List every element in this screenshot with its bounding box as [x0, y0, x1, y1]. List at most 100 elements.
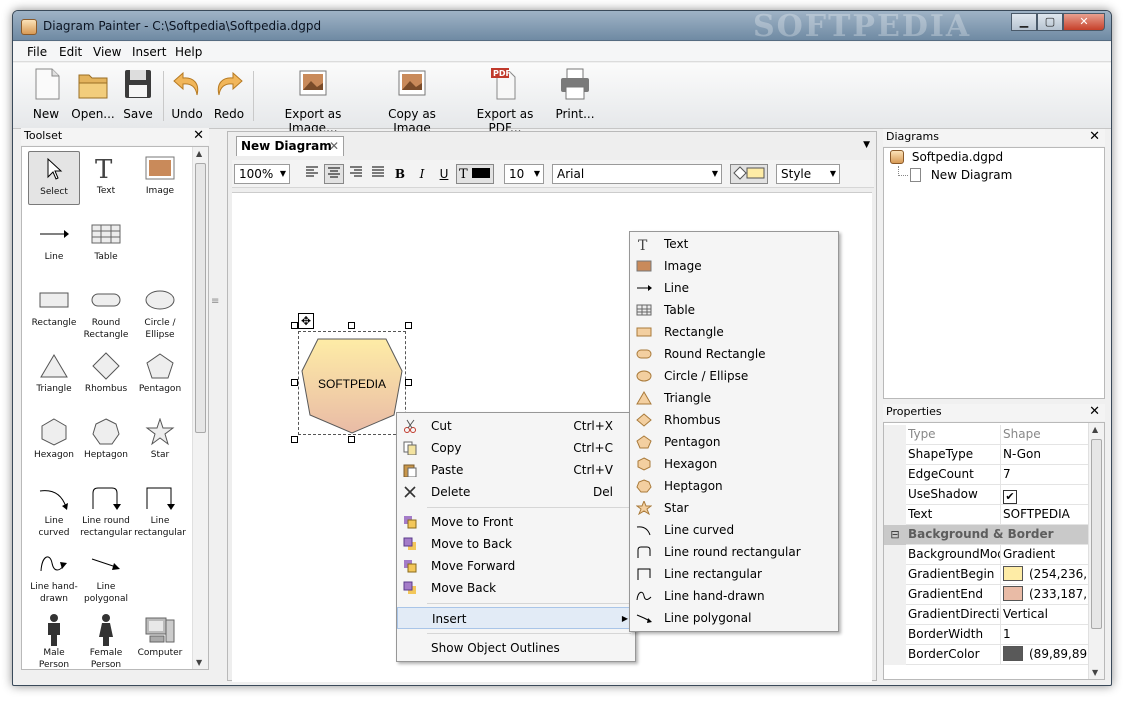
- insert-text[interactable]: T Text: [630, 233, 838, 255]
- insert-line[interactable]: Line: [630, 277, 838, 299]
- property-row[interactable]: GradientDirectionVertical: [884, 605, 1088, 625]
- property-row[interactable]: Text SOFTPEDIA: [884, 505, 1088, 525]
- zoom-select[interactable]: 100% ▼: [234, 164, 290, 184]
- tool-line-hand-drawn[interactable]: Line hand-drawn: [28, 547, 80, 605]
- new-button[interactable]: New: [31, 67, 61, 121]
- tool-line-curved[interactable]: Line curved: [28, 481, 80, 539]
- insert-heptagon[interactable]: Heptagon: [630, 475, 838, 497]
- insert-line-curved[interactable]: Line curved: [630, 519, 838, 541]
- tree-file-node[interactable]: Softpedia.dgpd: [890, 150, 1003, 164]
- menu-item-delete[interactable]: Delete Del: [397, 481, 635, 503]
- italic-button[interactable]: I: [412, 164, 432, 184]
- tool-triangle[interactable]: Triangle: [28, 349, 80, 395]
- close-button[interactable]: ✕: [1063, 13, 1105, 31]
- tool-image[interactable]: Image: [134, 151, 186, 197]
- property-row[interactable]: GradientBegin(254,236,166): [884, 565, 1088, 585]
- toolset-scrollbar[interactable]: ▲ ▼: [192, 147, 208, 669]
- tool-male-person[interactable]: Male Person: [28, 613, 80, 671]
- redo-button[interactable]: Redo: [213, 67, 245, 121]
- menu-item-move-to-back[interactable]: Move to Back: [397, 533, 635, 555]
- move-handle-icon[interactable]: ✥: [298, 313, 314, 329]
- copy-image-button[interactable]: Copy as Image: [371, 67, 453, 135]
- tool-female-person[interactable]: Female Person: [80, 613, 132, 671]
- insert-line-round-rectangular[interactable]: Line round rectangular: [630, 541, 838, 563]
- property-row[interactable]: BorderColor (89,89,89): [884, 645, 1088, 665]
- open-button[interactable]: Open...: [71, 67, 115, 121]
- property-category-row[interactable]: ⊟ Background & Border: [884, 525, 1088, 545]
- toolset-scroll-thumb[interactable]: [195, 163, 206, 433]
- insert-line-rectangular[interactable]: Line rectangular: [630, 563, 838, 585]
- tool-line-round-rectangular[interactable]: Line round rectangular: [80, 481, 132, 539]
- align-center-button[interactable]: [324, 164, 344, 184]
- tool-hexagon[interactable]: Hexagon: [28, 415, 80, 461]
- heptagon-shape[interactable]: SOFTPEDIA: [298, 331, 406, 435]
- properties-close-button[interactable]: ✕: [1089, 404, 1100, 420]
- tool-line-polygonal[interactable]: Line polygonal: [80, 547, 132, 605]
- export-pdf-button[interactable]: PDF Export as PDF...: [463, 67, 547, 135]
- tool-heptagon[interactable]: Heptagon: [80, 415, 132, 461]
- insert-line-hand-drawn[interactable]: Line hand-drawn: [630, 585, 838, 607]
- font-family-select[interactable]: Arial ▼: [552, 164, 722, 184]
- bold-button[interactable]: B: [390, 164, 410, 184]
- save-button[interactable]: Save: [121, 67, 155, 121]
- property-row[interactable]: GradientEnd(233,187,166): [884, 585, 1088, 605]
- tool-select[interactable]: Select: [28, 151, 80, 205]
- tool-text[interactable]: T Text: [80, 151, 132, 197]
- tab-close-icon[interactable]: ✕: [329, 137, 339, 156]
- menu-item-insert[interactable]: Insert ▶: [397, 607, 635, 629]
- tree-diagram-node[interactable]: New Diagram: [910, 168, 1012, 182]
- tab-menu-icon[interactable]: ▼: [863, 140, 870, 150]
- tool-circle-ellipse[interactable]: Circle / Ellipse: [134, 283, 186, 341]
- menu-help[interactable]: Help: [175, 45, 202, 59]
- insert-round-rectangle[interactable]: Round Rectangle: [630, 343, 838, 365]
- property-row[interactable]: UseShadow ✔: [884, 485, 1088, 505]
- tool-computer[interactable]: Computer: [134, 613, 186, 659]
- scroll-up-icon[interactable]: ▲: [196, 149, 202, 158]
- scroll-down-icon[interactable]: ▼: [196, 658, 202, 667]
- property-row[interactable]: EdgeCount 7: [884, 465, 1088, 485]
- menu-item-move-to-front[interactable]: Move to Front: [397, 511, 635, 533]
- justify-button[interactable]: [368, 164, 388, 184]
- menu-item-show-outlines[interactable]: Show Object Outlines: [397, 637, 635, 659]
- export-image-button[interactable]: Export as Image...: [265, 67, 361, 135]
- diagrams-close-button[interactable]: ✕: [1089, 129, 1100, 145]
- tool-star[interactable]: Star: [134, 415, 186, 461]
- insert-pentagon[interactable]: Pentagon: [630, 431, 838, 453]
- undo-button[interactable]: Undo: [171, 67, 203, 121]
- tool-round-rectangle[interactable]: Round Rectangle: [80, 283, 132, 341]
- insert-image[interactable]: Image: [630, 255, 838, 277]
- font-size-select[interactable]: 10 ▼: [504, 164, 544, 184]
- insert-triangle[interactable]: Triangle: [630, 387, 838, 409]
- insert-rhombus[interactable]: Rhombus: [630, 409, 838, 431]
- use-shadow-checkbox[interactable]: ✔: [1003, 490, 1017, 504]
- insert-circle-ellipse[interactable]: Circle / Ellipse: [630, 365, 838, 387]
- underline-button[interactable]: U: [434, 164, 454, 184]
- tool-table[interactable]: Table: [80, 217, 132, 263]
- property-row[interactable]: ShapeType N-Gon: [884, 445, 1088, 465]
- property-row[interactable]: BackgroundModeGradient: [884, 545, 1088, 565]
- menu-item-move-forward[interactable]: Move Forward: [397, 555, 635, 577]
- print-button[interactable]: Print...: [555, 67, 595, 121]
- menu-view[interactable]: View: [93, 45, 121, 59]
- align-right-button[interactable]: [346, 164, 366, 184]
- insert-hexagon[interactable]: Hexagon: [630, 453, 838, 475]
- menu-edit[interactable]: Edit: [59, 45, 82, 59]
- tool-pentagon[interactable]: Pentagon: [134, 349, 186, 395]
- menu-item-move-back[interactable]: Move Back: [397, 577, 635, 599]
- insert-rectangle[interactable]: Rectangle: [630, 321, 838, 343]
- tool-rhombus[interactable]: Rhombus: [80, 349, 132, 395]
- text-color-button[interactable]: T: [456, 164, 494, 184]
- menu-item-paste[interactable]: Paste Ctrl+V: [397, 459, 635, 481]
- style-select[interactable]: Style ▼: [776, 164, 840, 184]
- properties-scrollbar[interactable]: ▲ ▼: [1088, 423, 1104, 679]
- insert-star[interactable]: Star: [630, 497, 838, 519]
- maximize-button[interactable]: ▢: [1037, 13, 1063, 31]
- align-left-button[interactable]: [302, 164, 322, 184]
- fill-color-button[interactable]: [730, 164, 768, 184]
- menu-insert[interactable]: Insert: [132, 45, 166, 59]
- minimize-button[interactable]: ▁: [1011, 13, 1037, 31]
- tool-line[interactable]: Line: [28, 217, 80, 263]
- tab-new-diagram[interactable]: New Diagram ✕: [236, 136, 344, 156]
- tool-rectangle[interactable]: Rectangle: [28, 283, 80, 329]
- menu-item-copy[interactable]: Copy Ctrl+C: [397, 437, 635, 459]
